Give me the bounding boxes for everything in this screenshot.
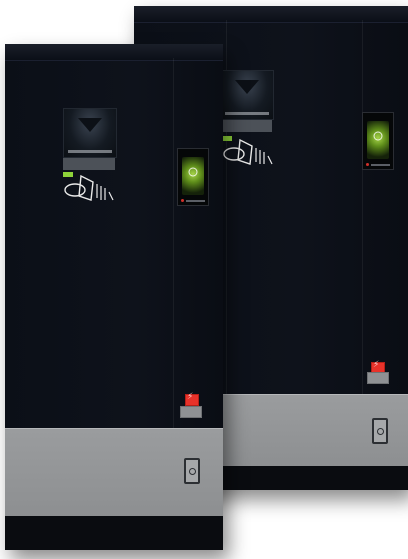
rear-cabinet-top-strip — [134, 6, 408, 23]
door-handle-icon[interactable] — [372, 418, 388, 444]
status-dot-icon — [366, 163, 369, 166]
status-dot-icon — [181, 199, 184, 202]
logo-bar — [68, 150, 112, 154]
door-handle-icon[interactable] — [184, 458, 200, 484]
front-warning-sticker — [185, 392, 199, 406]
screen-status-row — [366, 162, 390, 167]
status-bar — [371, 163, 390, 166]
front-cabinet — [5, 44, 223, 550]
front-cabinet-base — [5, 516, 223, 550]
front-label-strip — [63, 158, 115, 170]
front-logo-panel — [63, 108, 117, 158]
rear-cabinet-seam — [362, 20, 363, 400]
rear-label-strip — [220, 120, 272, 132]
screen-glow — [182, 157, 204, 195]
front-vehicle-diagram — [61, 170, 117, 206]
rear-logo-panel — [220, 70, 274, 120]
front-pedestal — [180, 406, 202, 418]
rear-display-screen — [362, 112, 394, 170]
logo-bar — [225, 112, 269, 116]
front-cabinet-top-strip — [5, 44, 223, 61]
rear-vehicle-diagram — [220, 134, 276, 170]
screen-glow — [367, 121, 389, 159]
front-cabinet-seam — [173, 58, 174, 428]
front-display-screen — [177, 148, 209, 206]
logo-v-icon — [78, 117, 102, 132]
rear-pedestal — [367, 372, 389, 384]
screen-status-row — [181, 198, 205, 203]
logo-v-icon — [235, 79, 259, 94]
status-bar — [186, 199, 205, 202]
